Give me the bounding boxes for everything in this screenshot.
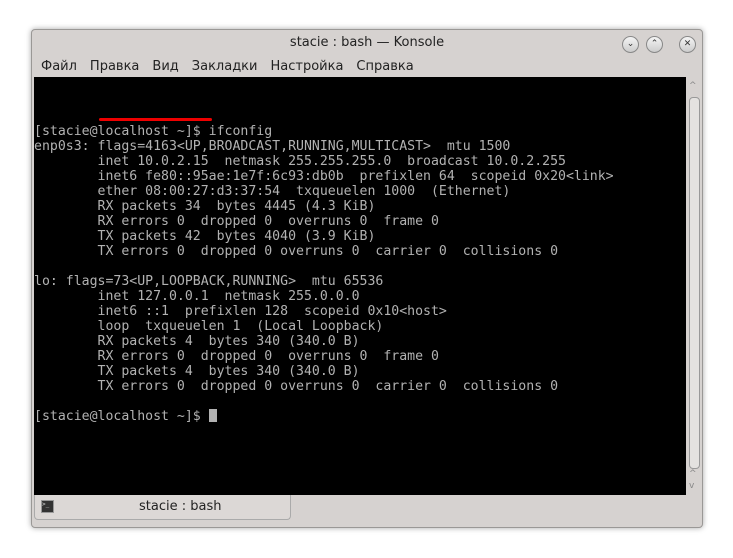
terminal-line: inet 10.0.2.15 netmask 255.255.255.0 bro… — [34, 154, 686, 169]
cursor — [208, 409, 217, 422]
scrollbar-thumb[interactable] — [689, 97, 700, 469]
menu-bookmarks[interactable]: Закладки — [187, 57, 266, 77]
tab-bar: >_ stacie : bash — [34, 493, 700, 525]
terminal-line-text: ether 08:00:27:d3:37:54 txqueuelen 1000 … — [34, 184, 511, 199]
terminal-line: enp0s3: flags=4163<UP,BROADCAST,RUNNING,… — [34, 139, 686, 154]
close-button[interactable]: ✕ — [679, 36, 696, 53]
terminal-line-text: TX packets 4 bytes 340 (340.0 B) — [34, 364, 360, 379]
maximize-button[interactable]: ⌃ — [646, 36, 663, 53]
terminal-line: lo: flags=73<UP,LOOPBACK,RUNNING> mtu 65… — [34, 274, 686, 289]
terminal-line-text: loop txqueuelen 1 (Local Loopback) — [34, 319, 384, 334]
terminal-line-text: enp0s3: flags=4163<UP,BROADCAST,RUNNING,… — [34, 139, 511, 154]
terminal-line: RX errors 0 dropped 0 overruns 0 frame 0 — [34, 214, 686, 229]
terminal-line-text: RX errors 0 dropped 0 overruns 0 frame 0 — [34, 349, 439, 364]
tab-label: stacie : bash — [139, 499, 222, 514]
menu-file[interactable]: Файл — [36, 57, 85, 77]
terminal-line: RX errors 0 dropped 0 overruns 0 frame 0 — [34, 349, 686, 364]
terminal-line-text: [stacie@localhost ~]$ — [34, 409, 209, 424]
terminal-line: RX packets 34 bytes 4445 (4.3 KiB) — [34, 199, 686, 214]
terminal-line: [stacie@localhost ~]$ — [34, 409, 686, 424]
terminal-line-text: inet6 fe80::95ae:1e7f:6c93:db0b prefixle… — [34, 169, 614, 184]
terminal-line: ether 08:00:27:d3:37:54 txqueuelen 1000 … — [34, 184, 686, 199]
minimize-button[interactable]: ⌄ — [622, 36, 639, 53]
terminal-icon: >_ — [41, 500, 54, 513]
terminal-line: inet6 fe80::95ae:1e7f:6c93:db0b prefixle… — [34, 169, 686, 184]
terminal-line-text: TX errors 0 dropped 0 overruns 0 carrier… — [34, 244, 559, 259]
tab-session[interactable]: >_ stacie : bash — [34, 495, 291, 520]
scroll-up-icon[interactable]: ^ — [689, 81, 697, 91]
terminal-line-text: inet 127.0.0.1 netmask 255.0.0.0 — [34, 289, 360, 304]
terminal-line-text: RX errors 0 dropped 0 overruns 0 frame 0 — [34, 214, 439, 229]
scroll-down-icon[interactable]: v — [689, 481, 694, 491]
menu-settings[interactable]: Настройка — [265, 57, 351, 77]
terminal-line-text: lo: flags=73<UP,LOOPBACK,RUNNING> mtu 65… — [34, 274, 384, 289]
menu-bar: Файл Правка Вид Закладки Настройка Справ… — [36, 57, 422, 77]
terminal-line: inet6 ::1 prefixlen 128 scopeid 0x10<hos… — [34, 304, 686, 319]
scroll-up-icon[interactable]: ^ — [689, 469, 697, 479]
terminal-line: inet 127.0.0.1 netmask 255.0.0.0 — [34, 289, 686, 304]
terminal-line-text: inet 10.0.2.15 netmask 255.255.255.0 bro… — [34, 154, 566, 169]
terminal-line-text: RX packets 4 bytes 340 (340.0 B) — [34, 334, 360, 349]
window-title: stacie : bash — Konsole — [289, 35, 445, 50]
menu-view[interactable]: Вид — [147, 57, 186, 77]
terminal-line: RX packets 4 bytes 340 (340.0 B) — [34, 334, 686, 349]
menu-edit[interactable]: Правка — [85, 57, 147, 77]
terminal-line-text: [stacie@localhost ~]$ ifconfig — [34, 124, 273, 139]
terminal-line: TX errors 0 dropped 0 overruns 0 carrier… — [34, 244, 686, 259]
terminal-line: TX packets 4 bytes 340 (340.0 B) — [34, 364, 686, 379]
terminal-line: TX errors 0 dropped 0 overruns 0 carrier… — [34, 379, 686, 394]
terminal-line-text: TX packets 42 bytes 4040 (3.9 KiB) — [34, 229, 376, 244]
terminal-line-text: inet6 ::1 prefixlen 128 scopeid 0x10<hos… — [34, 304, 447, 319]
terminal-line-text: TX errors 0 dropped 0 overruns 0 carrier… — [34, 379, 559, 394]
terminal-line: loop txqueuelen 1 (Local Loopback) — [34, 319, 686, 334]
terminal-line-text: RX packets 34 bytes 4445 (4.3 KiB) — [34, 199, 376, 214]
terminal-line: TX packets 42 bytes 4040 (3.9 KiB) — [34, 229, 686, 244]
terminal-line: [stacie@localhost ~]$ ifconfig — [34, 124, 686, 139]
terminal-output[interactable]: [stacie@localhost ~]$ ifconfig enp0s3: fl… — [34, 77, 686, 495]
menu-help[interactable]: Справка — [351, 57, 421, 77]
red-underline-highlight — [99, 118, 212, 121]
scrollbar[interactable]: ^ ^ v — [687, 77, 701, 493]
konsole-window: stacie : bash — Konsole ⌄ ⌃ ✕ Файл Правк… — [31, 29, 703, 528]
